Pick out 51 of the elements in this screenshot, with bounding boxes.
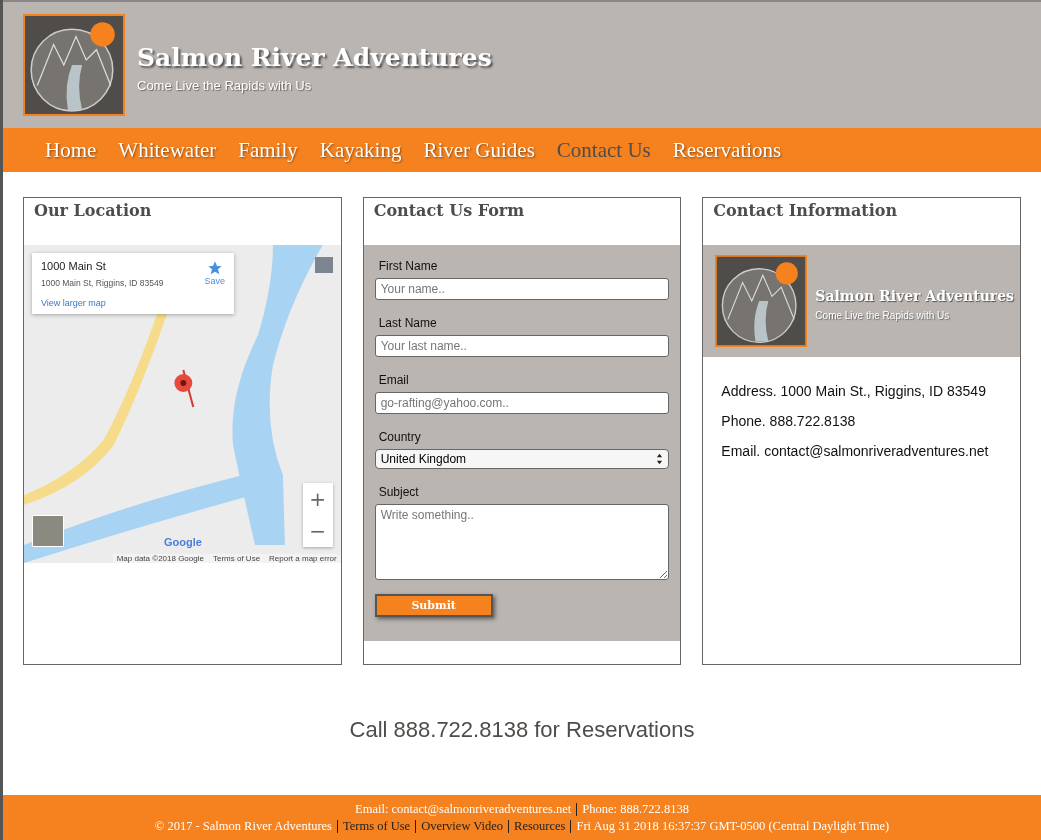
nav-link[interactable]: River Guides [423,137,535,163]
country-select[interactable]: United Kingdom [374,449,670,469]
nav-link[interactable]: Kayaking [319,137,402,163]
site-title: Salmon River Adventures [137,43,492,72]
satellite-thumbnail[interactable] [32,515,64,547]
footer-text: Fri Aug 31 2018 16:37:37 GMT-0500 (Central Daylight Time) [576,818,890,834]
input-field[interactable]: go-rafting@yahoo.com.. [374,392,670,414]
input-field[interactable]: Your last name.. [374,335,670,357]
place-address: 1000 Main St, Riggins, ID 83549 [41,278,164,288]
logo-icon [23,14,125,116]
input-field[interactable]: Your name.. [374,278,670,300]
footer-text: Phone: 888.722.8138 [582,801,689,817]
footer-link[interactable]: Overview Video [421,818,504,834]
contact-detail: Email. contact@salmonriveradventures.net [721,443,990,459]
field-label: Subject [378,485,420,499]
nav-link[interactable]: Reservations [672,137,782,163]
brand-title: Salmon River Adventures [815,287,1014,304]
view-larger-map-link[interactable]: View larger map [41,298,225,308]
attribution-link[interactable]: Report a map error [269,554,337,563]
footer-text: Email: contact@salmonriveradventures.net [355,801,572,817]
map-logo: Google [164,536,202,548]
attribution-link[interactable]: Map data ©2018 Google [116,554,204,563]
place-title: 1000 Main St [41,260,107,272]
reservation-call-text: Call 888.722.8138 for Reservations [349,717,695,743]
card-heading: Our Location [33,200,153,222]
footer-link[interactable]: Terms of Use [342,818,411,834]
nav-link[interactable]: Whitewater [118,137,217,163]
field-label: Email [378,373,410,387]
nav-link[interactable]: Home [45,137,97,163]
site-tagline: Come Live the Rapids with Us [137,78,313,93]
field-label: Last Name [378,316,438,330]
nav-link[interactable]: Family [238,137,298,163]
field-label: Country [378,430,422,444]
updown-caret-icon [656,453,664,465]
subject-field[interactable]: Write something.. [374,504,670,580]
contact-detail: Address. 1000 Main St., Riggins, ID 83549 [721,383,987,399]
star-icon [206,260,223,276]
card-heading: Contact Information [712,200,898,222]
contact-detail: Phone. 888.722.8138 [721,413,857,429]
save-button[interactable]: Save [204,260,225,288]
submit-button[interactable]: Submit [374,594,493,617]
card-heading: Contact Us Form [372,200,526,222]
brand-tagline: Come Live the Rapids with Us [815,309,951,321]
nav-link[interactable]: Contact Us [556,137,651,163]
attribution-link[interactable]: Terms of Use [212,554,261,563]
logo-icon [715,255,808,347]
zoom-in-button[interactable]: + [302,483,333,515]
field-label: First Name [378,259,439,273]
footer-link[interactable]: Resources [514,818,566,834]
zoom-out-button[interactable]: − [302,515,333,547]
footer-text: © 2017 - Salmon River Adventures [154,818,332,834]
